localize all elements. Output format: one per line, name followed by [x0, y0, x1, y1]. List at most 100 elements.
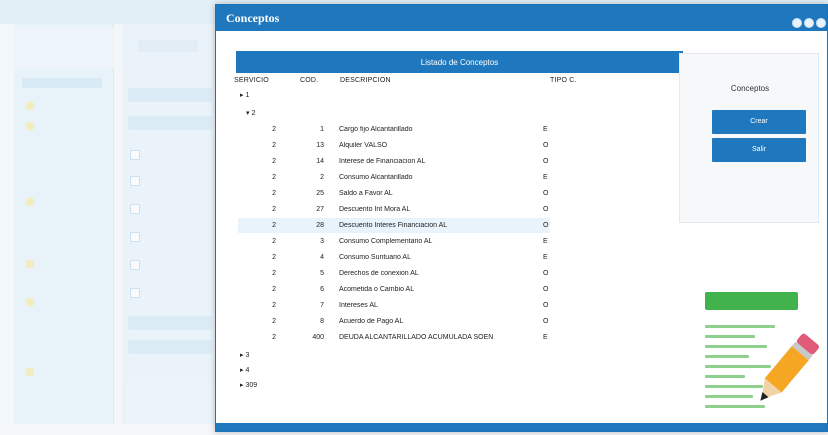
cell-servicio: 2: [272, 158, 276, 165]
column-header-cod[interactable]: COD.: [300, 77, 318, 84]
cell-tipo: O: [543, 158, 549, 165]
cell-tipo: O: [543, 222, 549, 229]
cell-tipo: O: [543, 286, 549, 293]
cell-cod: 14: [316, 158, 324, 165]
window-title: Conceptos: [226, 11, 280, 25]
cell-servicio: 2: [272, 190, 276, 197]
background-checkbox: [130, 288, 140, 298]
crear-button[interactable]: Crear: [712, 110, 806, 134]
cell-tipo: O: [543, 270, 549, 277]
cell-servicio: 2: [272, 270, 276, 277]
list-header: Listado de Conceptos: [236, 51, 683, 73]
table-row[interactable]: 2 5 Derechos de conexion AL O: [238, 266, 550, 281]
background-folder-icon: [26, 198, 34, 206]
cell-servicio: 2: [272, 238, 276, 245]
group-label: 309: [245, 382, 258, 389]
minimize-icon[interactable]: [792, 18, 802, 28]
cell-cod: 3: [320, 238, 324, 245]
table-row-selected[interactable]: 2 28 Descuento Interes Financiacion AL O: [238, 218, 550, 233]
table-row[interactable]: 2 6 Acometida o Cambio AL O: [238, 282, 550, 297]
table-row[interactable]: 2 25 Saldo a Favor AL O: [238, 186, 550, 201]
cell-descripcion: Consumo Suntuario AL: [339, 254, 411, 261]
cell-servicio: 2: [272, 254, 276, 261]
cell-tipo: O: [543, 318, 549, 325]
background-folder-icon: [26, 260, 34, 268]
group-row[interactable]: ▸ 1: [240, 91, 249, 99]
cell-descripcion: Consumo Complementario AL: [339, 238, 433, 245]
cell-servicio: 2: [272, 334, 276, 341]
cell-tipo: E: [543, 126, 548, 133]
cell-tipo: O: [543, 302, 549, 309]
side-panel-title: Conceptos: [730, 84, 770, 93]
column-header-tipo[interactable]: TIPO C.: [550, 77, 577, 84]
background-panel: [122, 24, 216, 424]
cell-cod: 4: [320, 254, 324, 261]
cell-cod: 8: [320, 318, 324, 325]
salir-button[interactable]: Salir: [712, 138, 806, 162]
cell-descripcion: Acometida o Cambio AL: [339, 286, 415, 293]
illustration-green-bar: [705, 292, 798, 310]
window-titlebar[interactable]: Conceptos: [216, 5, 827, 31]
background-checkbox: [130, 150, 140, 160]
background-folder-icon: [26, 298, 34, 306]
column-header-servicio[interactable]: SERVICIO: [234, 77, 269, 84]
maximize-icon[interactable]: [804, 18, 814, 28]
table-row[interactable]: 2 13 Alquiler VALSO O: [238, 138, 550, 153]
background-checkbox: [130, 204, 140, 214]
table-row[interactable]: 2 27 Descuento Int Mora AL O: [238, 202, 550, 217]
cell-cod: 2: [320, 174, 324, 181]
group-row[interactable]: ▸ 4: [240, 366, 249, 374]
cell-descripcion: Alquiler VALSO: [339, 142, 388, 149]
table-row[interactable]: 2 14 Interese de Financiacion AL O: [238, 154, 550, 169]
conceptos-window: Conceptos Listado de Conceptos SERVICIO …: [215, 4, 828, 432]
illustration-line: [705, 355, 749, 358]
cell-descripcion: DEUDA ALCANTARILLADO ACUMULADA SOEN: [339, 334, 494, 341]
table-row[interactable]: 2 3 Consumo Complementario AL E: [238, 234, 550, 249]
background-sidebar-item: [22, 78, 102, 88]
cell-descripcion: Saldo a Favor AL: [339, 190, 393, 197]
cell-cod: 6: [320, 286, 324, 293]
background-checkbox: [130, 232, 140, 242]
group-row[interactable]: ▸ 3: [240, 351, 249, 359]
cell-descripcion: Consumo Alcantarillado: [339, 174, 413, 181]
pencil-icon: [760, 333, 819, 401]
table-row[interactable]: 2 8 Acuerdo de Pago AL O: [238, 314, 550, 329]
table-row[interactable]: 2 4 Consumo Suntuario AL E: [238, 250, 550, 265]
close-icon[interactable]: [816, 18, 826, 28]
table-row[interactable]: 2 2 Consumo Alcantarillado E: [238, 170, 550, 185]
column-header-descripcion[interactable]: DESCRIPCION: [340, 77, 391, 84]
group-row[interactable]: ▾ 2: [246, 109, 255, 117]
cell-cod: 13: [316, 142, 324, 149]
group-row[interactable]: ▸ 309: [240, 381, 257, 389]
background-sidebar-header: [14, 28, 114, 68]
cell-servicio: 2: [272, 302, 276, 309]
illustration-line: [705, 375, 745, 378]
table-row[interactable]: 2 1 Cargo fijo Alcantarillado E: [238, 122, 550, 137]
cell-servicio: 2: [272, 318, 276, 325]
cell-tipo: O: [543, 190, 549, 197]
cell-descripcion: Derechos de conexion AL: [339, 270, 419, 277]
background-folder-icon: [26, 368, 34, 376]
background-folder-icon: [26, 102, 34, 110]
background-checkbox: [130, 176, 140, 186]
cell-servicio: 2: [272, 222, 276, 229]
background-panel-row: [128, 116, 212, 130]
cell-cod: 1: [320, 126, 324, 133]
cell-servicio: 2: [272, 142, 276, 149]
cell-tipo: O: [543, 206, 549, 213]
background-folder-icon: [26, 122, 34, 130]
cell-descripcion: Descuento Interes Financiacion AL: [339, 222, 448, 229]
table-row[interactable]: 2 7 Intereses AL O: [238, 298, 550, 313]
window-bottom-border: [216, 423, 827, 431]
group-label: 2: [251, 110, 256, 117]
table-row[interactable]: 2 400 DEUDA ALCANTARILLADO ACUMULADA SOE…: [238, 330, 550, 345]
cell-servicio: 2: [272, 286, 276, 293]
cell-descripcion: Interese de Financiacion AL: [339, 158, 426, 165]
cell-tipo: O: [543, 142, 549, 149]
cell-tipo: E: [543, 238, 548, 245]
cell-servicio: 2: [272, 206, 276, 213]
cell-cod: 7: [320, 302, 324, 309]
cell-descripcion: Intereses AL: [339, 302, 378, 309]
cell-descripcion: Descuento Int Mora AL: [339, 206, 411, 213]
background-panel-header: [138, 40, 198, 52]
